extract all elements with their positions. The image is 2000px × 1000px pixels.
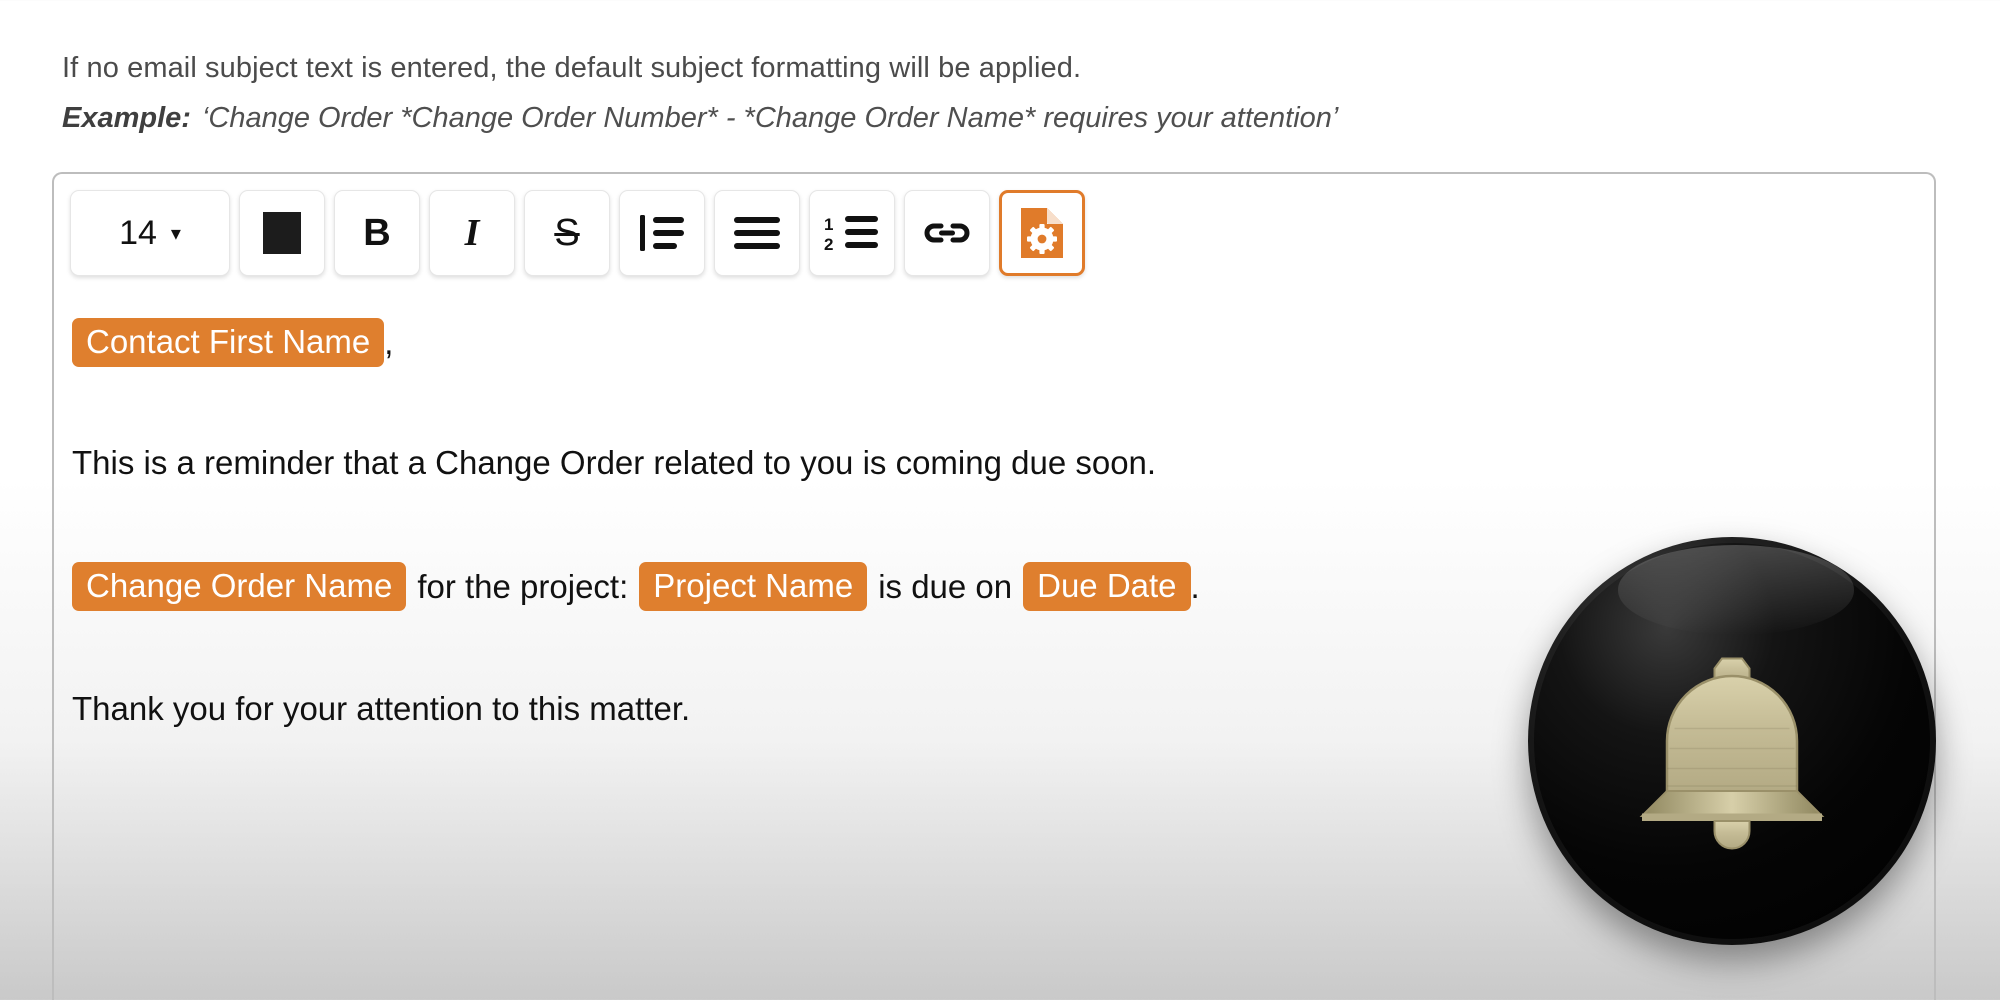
reminder-text: This is a reminder that a Change Order r… — [72, 446, 1156, 479]
bold-label: B — [363, 212, 390, 255]
due-info-period: . — [1191, 570, 1200, 603]
closing-text: Thank you for your attention to this mat… — [72, 692, 690, 725]
numbered-list-icon: 1 2 — [824, 213, 880, 253]
helper-text-block: If no email subject text is entered, the… — [62, 48, 1882, 139]
example-label: Example: — [62, 102, 191, 134]
example-subject-text: ‘Change Order *Change Order Number* - *C… — [202, 102, 1338, 134]
align-lines-icon — [734, 216, 780, 250]
color-swatch-icon — [263, 212, 301, 254]
link-button[interactable] — [904, 190, 990, 276]
merge-tag-contact-first-name[interactable]: Contact First Name — [72, 318, 384, 367]
strikethrough-label: S — [554, 212, 579, 255]
editor-toolbar: 14 ▾ B I S — [54, 174, 1934, 278]
helper-example-line: Example: ‘Change Order *Change Order Numb… — [62, 98, 1882, 139]
text-color-button[interactable] — [239, 190, 325, 276]
font-size-value: 14 — [119, 214, 157, 253]
link-chain-icon — [922, 218, 972, 248]
merge-tag-project-name[interactable]: Project Name — [639, 562, 867, 611]
bell-icon — [1607, 616, 1857, 866]
notification-badge-overlay — [1528, 537, 1936, 945]
chevron-down-icon: ▾ — [171, 224, 181, 244]
merge-field-button[interactable] — [999, 190, 1085, 276]
svg-text:2: 2 — [824, 235, 833, 253]
reminder-paragraph: This is a reminder that a Change Order r… — [72, 436, 1934, 488]
for-the-project-text: for the project: — [417, 570, 628, 603]
font-size-select[interactable]: 14 ▾ — [70, 190, 230, 276]
merge-tag-due-date[interactable]: Due Date — [1023, 562, 1190, 611]
italic-button[interactable]: I — [429, 190, 515, 276]
is-due-on-text: is due on — [878, 570, 1012, 603]
greeting-paragraph: Contact First Name, — [72, 316, 1934, 368]
numbered-list-button[interactable]: 1 2 — [809, 190, 895, 276]
strikethrough-button[interactable]: S — [524, 190, 610, 276]
svg-text:1: 1 — [824, 215, 833, 234]
greeting-comma: , — [384, 326, 393, 359]
indent-lines-icon — [638, 213, 686, 253]
indent-button[interactable] — [619, 190, 705, 276]
italic-label: I — [465, 211, 480, 255]
merge-tag-change-order-name[interactable]: Change Order Name — [72, 562, 406, 611]
helper-default-subject-note: If no email subject text is entered, the… — [62, 48, 1882, 89]
document-gear-icon — [1019, 206, 1065, 260]
align-button[interactable] — [714, 190, 800, 276]
bold-button[interactable]: B — [334, 190, 420, 276]
